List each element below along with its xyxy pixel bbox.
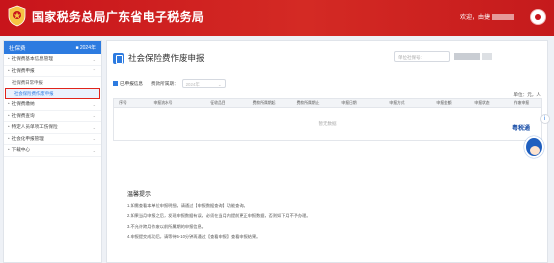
page-title: 社会保险费作废申报 (128, 53, 205, 63)
period-select[interactable]: 2024年 ⌄ (181, 79, 226, 88)
column-header: 申报金额 (436, 100, 452, 105)
sidebar-heading[interactable]: 社保费 ■ 2024年 (4, 41, 101, 54)
chevron-down-icon: ⌄ (92, 124, 96, 130)
mascot-avatar-icon (524, 136, 544, 158)
sidebar-item-query[interactable]: • 社保费查询 ⌄ (4, 111, 101, 122)
tips-title: 温馨提示 (127, 192, 152, 198)
chevron-down-icon: ⌄ (217, 81, 222, 87)
status-marker-icon (113, 81, 118, 86)
tax-emblem-icon (8, 5, 26, 27)
column-header: 征收品目 (210, 100, 226, 105)
column-header: 序号 (119, 100, 127, 105)
bullet-icon: • (8, 67, 10, 73)
user-name-redacted (492, 14, 514, 21)
chevron-down-icon: ⌄ (92, 113, 96, 119)
column-header: 申报日期 (341, 100, 357, 105)
sidebar-item-label: 社保费缴纳 (11, 101, 35, 107)
tip-line: 4.申报提交成功后，请等待5-10分钟再通过【查看申报】查看申报结果。 (127, 233, 261, 239)
table-header: 序号 申报流水号 征收品目 费款所属期起 费款所属期止 申报日期 申报方式 申报… (113, 98, 542, 108)
bullet-icon: • (8, 135, 10, 141)
assistant-mascot[interactable]: 粤税通 (512, 126, 546, 162)
sidebar-item-basic-info[interactable]: • 社保费基本信息管理 ⌄ (4, 54, 101, 66)
page-header: 社会保险费作废申报 (113, 52, 205, 64)
column-header: 申报方式 (389, 100, 405, 105)
sidebar-item-label: 社会化申报管理 (11, 135, 44, 141)
column-header: 费款所属期起 (252, 100, 276, 105)
chevron-down-icon: ⌄ (92, 56, 96, 62)
welcome-text: 欢迎，由捷 (460, 12, 514, 21)
sidebar-item-label: 社保费基本信息管理 (11, 56, 53, 62)
sidebar-subitem-void-declaration[interactable]: 社会保险费作废申报 (5, 88, 100, 99)
period-label: 费款所属期： (150, 80, 179, 86)
sidebar-menu: 社保费 ■ 2024年 • 社保费基本信息管理 ⌄ • 社保费申报 ⌃ 社保费日常申… (3, 40, 102, 263)
sidebar-subitem-daily-declaration[interactable]: 社保费日常申报 (4, 77, 101, 88)
sidebar-item-download[interactable]: • 下载中心 ⌄ (4, 145, 101, 157)
top-header: 国家税务总局广东省电子税务局 欢迎，由捷 (0, 0, 554, 36)
column-header: 作废申报 (513, 100, 530, 105)
unit-number-redacted (454, 53, 480, 60)
table-empty-state: 暂无数据 (113, 108, 542, 141)
bullet-icon: • (8, 112, 10, 118)
sidebar-year-badge: ■ 2024年 (75, 45, 96, 51)
main-panel: 社会保险费作废申报 单位社保号: 已申报信息 费款所属期： 2024年 ⌄ 单位… (106, 40, 548, 263)
sidebar-item-label: 下载中心 (11, 147, 30, 153)
sidebar-heading-label: 社保费 (9, 45, 26, 52)
welcome-label: 欢迎，由捷 (459, 15, 490, 21)
filter-row: 已申报信息 费款所属期： 2024年 ⌄ (113, 79, 226, 88)
user-avatar[interactable] (530, 9, 546, 25)
chevron-down-icon: ⌄ (92, 101, 96, 107)
chevron-up-icon: ⌃ (92, 68, 96, 74)
bullet-icon: • (8, 147, 10, 153)
declaration-table: 序号 申报流水号 征收品目 费款所属期起 费款所属期止 申报日期 申报方式 申报… (113, 98, 542, 141)
unit-social-number-field[interactable]: 单位社保号: (394, 51, 450, 62)
sidebar-item-label: 特定人员单项工伤保险 (11, 124, 58, 130)
info-icon[interactable] (540, 114, 550, 124)
bullet-icon: • (8, 124, 10, 130)
chevron-down-icon: ⌄ (92, 147, 96, 153)
sidebar-item-work-injury[interactable]: • 特定人员单项工伤保险 ⌄ (4, 122, 101, 134)
period-select-value: 2024年 (185, 81, 200, 87)
tip-line: 3.不允许跨月作废以前所属期的申报信息。 (127, 223, 206, 229)
site-title: 国家税务总局广东省电子税务局 (32, 10, 205, 24)
sidebar-item-label: 社保费查询 (11, 112, 35, 118)
column-header: 申报流水号 (153, 100, 173, 105)
declared-info-label: 已申报信息 (120, 80, 143, 86)
document-icon (113, 52, 124, 64)
tip-line: 1.如需查看本单位申报明细，请通过【申报数据查询】功能查询。 (127, 203, 248, 208)
unit-name-redacted (482, 53, 492, 60)
mascot-label: 粤税通 (512, 126, 531, 132)
sidebar-item-social-declaration[interactable]: • 社会化申报管理 ⌄ (4, 134, 101, 145)
column-header: 费款所属期止 (296, 100, 320, 105)
tip-line: 2.如果当月申报之后，发现申报数据有误，必须在当月内提前更正申报数据，否则如下月… (127, 213, 311, 219)
bullet-icon: • (8, 101, 10, 107)
tips-section: 温馨提示 1.如需查看本单位申报明细，请通过【申报数据查询】功能查询。 2.如果… (127, 189, 527, 244)
bullet-icon: • (8, 56, 10, 62)
chevron-down-icon: ⌄ (92, 136, 96, 142)
sidebar-item-payment[interactable]: • 社保费缴纳 ⌄ (4, 99, 101, 111)
column-header: 申报状态 (474, 100, 490, 105)
sidebar-item-label: 社保费申报 (11, 67, 35, 73)
sidebar-item-declaration[interactable]: • 社保费申报 ⌃ (4, 66, 101, 77)
